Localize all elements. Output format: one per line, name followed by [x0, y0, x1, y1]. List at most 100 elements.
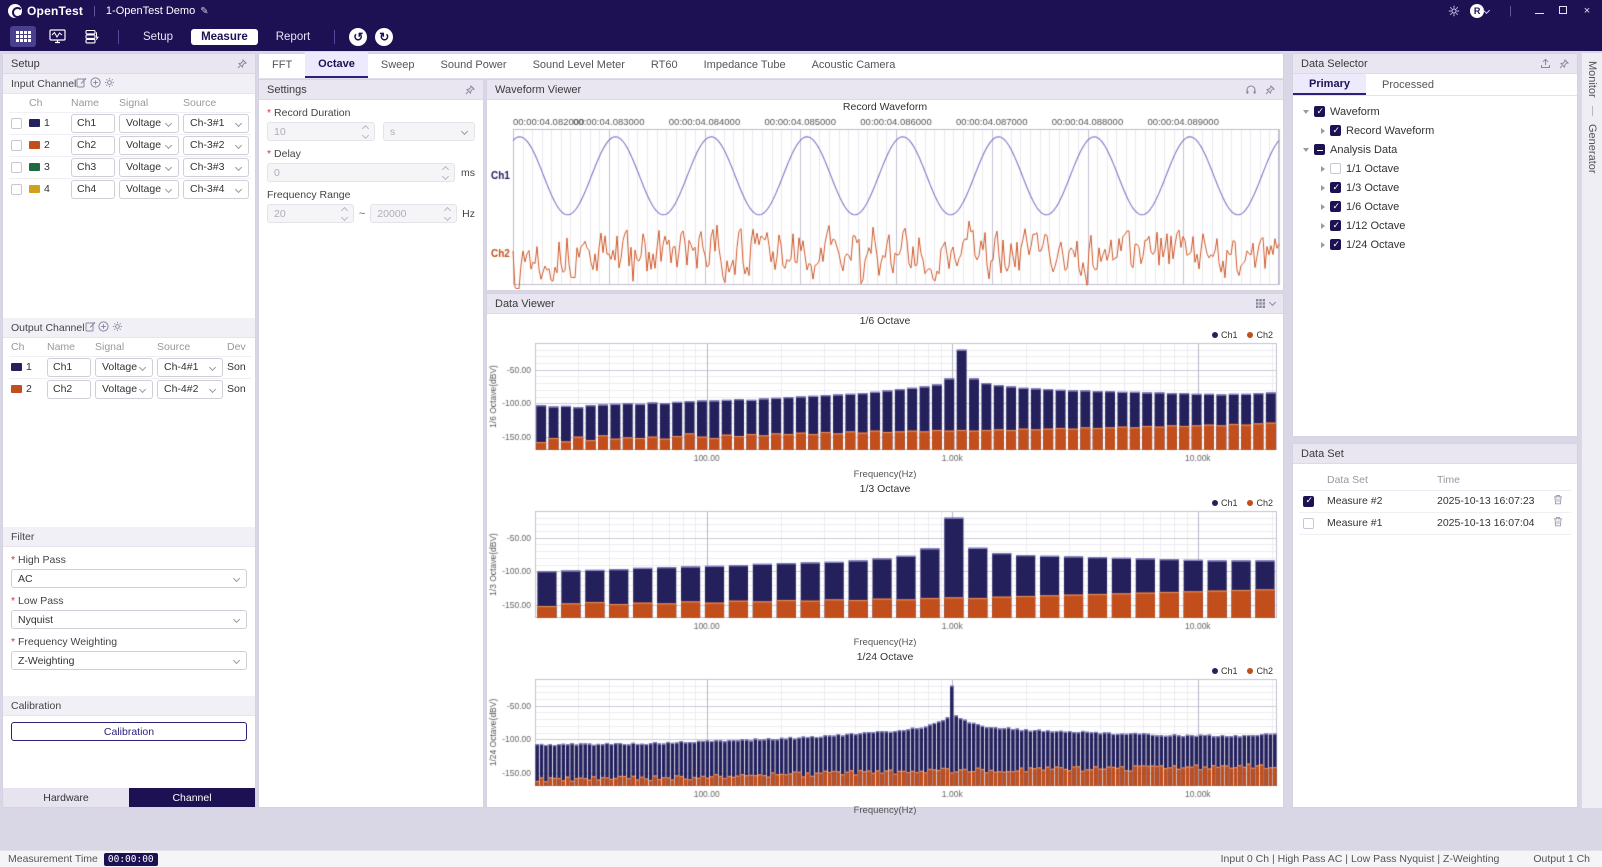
tab-impedance-tube[interactable]: Impedance Tube — [691, 52, 799, 78]
tree-item-1-3-octave[interactable]: 1/3 Octave — [1297, 178, 1573, 197]
tree-checkbox[interactable] — [1330, 163, 1341, 174]
tab-sound-power[interactable]: Sound Power — [428, 52, 520, 78]
tab-acoustic-camera[interactable]: Acoustic Camera — [799, 52, 909, 78]
spinner-icon[interactable] — [445, 208, 450, 220]
expand-icon[interactable] — [1321, 185, 1325, 191]
edit-table-icon[interactable] — [85, 321, 96, 332]
tab-processed[interactable]: Processed — [1366, 74, 1450, 95]
channel-name-input[interactable]: Ch1 — [71, 114, 115, 133]
tree-item-1-12-octave[interactable]: 1/12 Octave — [1297, 216, 1573, 235]
nav-tab-setup[interactable]: Setup — [133, 29, 183, 45]
channel-settings-gear-icon[interactable] — [104, 77, 115, 88]
source-select[interactable]: Ch-3#1 — [183, 114, 249, 133]
channel-name-input[interactable]: Ch2 — [47, 380, 91, 399]
user-menu[interactable]: R — [1470, 4, 1489, 18]
record-duration-input[interactable]: 10 — [267, 122, 375, 141]
dock-tab-monitor[interactable]: Monitor — [1586, 61, 1598, 98]
tree-checkbox[interactable] — [1330, 182, 1341, 193]
calibration-button[interactable]: Calibration — [11, 722, 247, 741]
tree-item-1-24-octave[interactable]: 1/24 Octave — [1297, 235, 1573, 254]
row-checkbox[interactable] — [1303, 518, 1314, 529]
minimize-button[interactable] — [1532, 5, 1546, 17]
row-checkbox[interactable] — [11, 162, 22, 173]
row-checkbox[interactable] — [11, 140, 22, 151]
tree-item-record-waveform[interactable]: Record Waveform — [1297, 121, 1573, 140]
export-icon[interactable] — [1540, 58, 1551, 69]
expand-icon[interactable] — [1321, 242, 1325, 248]
tree-checkbox[interactable] — [1330, 125, 1341, 136]
channel-name-input[interactable]: Ch1 — [47, 358, 91, 377]
source-select[interactable]: Ch-3#4 — [183, 180, 249, 199]
signal-select[interactable]: Voltage — [95, 358, 153, 377]
pin-icon[interactable] — [1559, 59, 1569, 69]
avatar[interactable]: R — [1470, 4, 1484, 18]
tab-rt60[interactable]: RT60 — [638, 52, 691, 78]
channel-name-input[interactable]: Ch2 — [71, 136, 115, 155]
tab-sound-level-meter[interactable]: Sound Level Meter — [520, 52, 638, 78]
record-waveform-chart[interactable] — [487, 115, 1283, 289]
data-set-row[interactable]: Measure #2 2025-10-13 16:07:23 — [1299, 490, 1571, 512]
expand-icon[interactable] — [1321, 128, 1325, 134]
record-duration-unit-select[interactable]: s — [383, 122, 475, 141]
settings-gear-icon[interactable] — [1448, 5, 1460, 17]
source-select[interactable]: Ch-4#1 — [157, 358, 223, 377]
high-pass-select[interactable]: AC — [11, 569, 247, 588]
channel-settings-gear-icon[interactable] — [112, 321, 123, 332]
tree-item-1-1-octave[interactable]: 1/1 Octave — [1297, 159, 1573, 178]
rename-icon[interactable]: ✎ — [200, 6, 208, 17]
channel-name-input[interactable]: Ch4 — [71, 180, 115, 199]
spinner-icon[interactable] — [342, 208, 347, 220]
add-channel-icon[interactable] — [90, 77, 101, 88]
tree-checkbox[interactable] — [1314, 106, 1325, 117]
row-checkbox[interactable] — [1303, 496, 1314, 507]
tree-item-1-6-octave[interactable]: 1/6 Octave — [1297, 197, 1573, 216]
maximize-button[interactable] — [1556, 5, 1570, 17]
segment-hardware[interactable]: Hardware — [3, 788, 129, 807]
tab-octave[interactable]: Octave — [305, 52, 368, 78]
frequency-max-input[interactable]: 20000 — [370, 204, 457, 223]
listen-headphones-icon[interactable] — [1245, 84, 1257, 95]
expand-icon[interactable] — [1321, 166, 1325, 172]
tree-checkbox[interactable] — [1330, 220, 1341, 231]
tab-sweep[interactable]: Sweep — [368, 52, 428, 78]
pin-icon[interactable] — [1265, 85, 1275, 95]
channel-name-input[interactable]: Ch3 — [71, 158, 115, 177]
close-button[interactable]: × — [1580, 5, 1594, 17]
delete-trash-icon[interactable] — [1553, 516, 1563, 527]
spinner-icon[interactable] — [443, 167, 448, 179]
low-pass-select[interactable]: Nyquist — [11, 610, 247, 629]
expand-icon[interactable] — [1303, 148, 1309, 152]
undo-button[interactable]: ↺ — [349, 28, 367, 46]
delay-input[interactable]: 0 — [267, 163, 455, 182]
batch-sequence-button[interactable] — [78, 26, 104, 47]
pin-icon[interactable] — [465, 85, 475, 95]
frequency-weighting-select[interactable]: Z-Weighting — [11, 651, 247, 670]
signal-select[interactable]: Voltage — [119, 114, 179, 133]
spinner-icon[interactable] — [363, 126, 368, 138]
octave-1-3-chart[interactable] — [487, 508, 1283, 634]
tab-primary[interactable]: Primary — [1293, 74, 1366, 95]
tab-fft[interactable]: FFT — [259, 52, 305, 78]
frequency-min-input[interactable]: 20 — [267, 204, 354, 223]
redo-button[interactable]: ↻ — [375, 28, 393, 46]
monitor-scope-button[interactable] — [44, 26, 70, 47]
signal-select[interactable]: Voltage — [95, 380, 153, 399]
add-channel-icon[interactable] — [98, 321, 109, 332]
pin-icon[interactable] — [237, 59, 247, 69]
expand-icon[interactable] — [1321, 223, 1325, 229]
row-checkbox[interactable] — [11, 118, 22, 129]
segment-channel[interactable]: Channel — [129, 788, 255, 807]
tree-item-waveform[interactable]: Waveform — [1297, 102, 1573, 121]
source-select[interactable]: Ch-4#2 — [157, 380, 223, 399]
tree-checkbox[interactable] — [1330, 239, 1341, 250]
delete-trash-icon[interactable] — [1553, 494, 1563, 505]
expand-icon[interactable] — [1303, 110, 1309, 114]
tree-item-analysis-data[interactable]: Analysis Data — [1297, 140, 1573, 159]
nav-tab-report[interactable]: Report — [266, 29, 321, 45]
source-select[interactable]: Ch-3#3 — [183, 158, 249, 177]
layout-grid-icon[interactable] — [1255, 298, 1266, 309]
signal-select[interactable]: Voltage — [119, 158, 179, 177]
tree-checkbox[interactable] — [1314, 144, 1325, 155]
tree-checkbox[interactable] — [1330, 201, 1341, 212]
expand-icon[interactable] — [1321, 204, 1325, 210]
